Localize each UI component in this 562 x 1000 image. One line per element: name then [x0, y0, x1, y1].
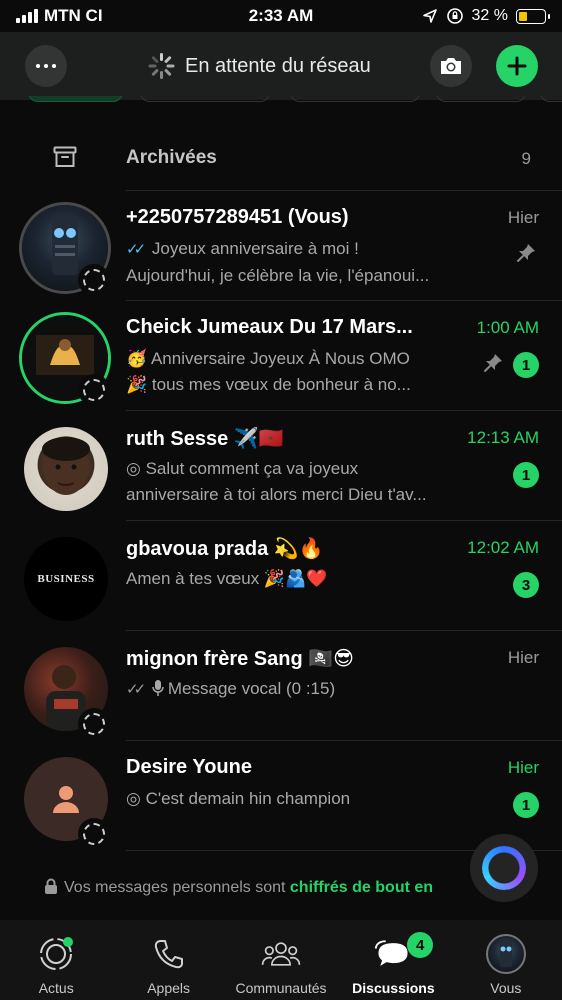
read-ticks-icon: ✓✓: [126, 241, 146, 258]
preview-line-2: Aujourd'hui, je célèbre la vie, l'épanou…: [126, 266, 430, 285]
preview-line-1: Anniversaire Joyeux À Nous OMO: [150, 349, 410, 368]
pin-icon: [484, 354, 502, 372]
status-reply-icon: ◎: [126, 459, 141, 478]
phone-icon: [154, 940, 183, 969]
filter-chips-strip: [0, 96, 562, 104]
unread-badge: 1: [513, 352, 539, 378]
battery-icon: [516, 8, 550, 24]
tab-label: Vous: [490, 980, 522, 996]
loading-spinner-icon: [147, 52, 175, 80]
chat-row[interactable]: BUSINESS gbavoua prada 💫🔥 12:02 AM Amen …: [0, 520, 562, 630]
chat-name: Desire Youne: [126, 756, 252, 778]
chat-row[interactable]: ruth Sesse ✈️🇲🇦 12:13 AM ◎ Salut comment…: [0, 410, 562, 520]
preview-line-1: Message vocal (0 :15): [167, 679, 336, 698]
lock-icon: [45, 878, 57, 894]
chat-name: gbavoua prada 💫🔥: [126, 538, 324, 560]
chat-time: 12:02 AM: [467, 538, 539, 557]
tab-label: Communautés: [235, 980, 327, 996]
status-reply-icon: ◎: [126, 789, 141, 808]
unread-badge: 3: [513, 572, 539, 598]
status-bar: MTN CI 2:33 AM 32 %: [0, 0, 562, 32]
profile-avatar: [485, 934, 526, 974]
rotation-lock-icon: [446, 8, 463, 24]
tab-label: Actus: [38, 980, 74, 996]
preview-line-1: C'est demain hin champion: [145, 789, 351, 808]
chat-preview: ✓✓ Joyeux anniversaire à moi ! Aujourd'h…: [126, 236, 496, 289]
location-icon: [422, 9, 437, 23]
delivered-ticks-icon: ✓✓: [126, 681, 146, 698]
status-update-icon: [78, 264, 110, 296]
tab-discussions[interactable]: 4 Discussions: [337, 920, 449, 1000]
chat-preview: ◎ C'est demain hin champion: [126, 786, 496, 812]
default-avatar-icon: [53, 786, 79, 813]
chat-name: ruth Sesse ✈️🇲🇦: [126, 428, 284, 450]
preview-line-1: Salut comment ça va joyeux: [145, 459, 359, 478]
archived-label: Archivées: [126, 147, 217, 168]
tab-label: Appels: [147, 980, 191, 996]
meta-ai-button[interactable]: [470, 834, 538, 902]
chat-name: Cheick Jumeaux Du 17 Mars...: [126, 316, 413, 338]
avatar-text: BUSINESS: [37, 573, 95, 585]
unread-chats-badge: 4: [407, 932, 434, 958]
signal-icon: [16, 9, 38, 23]
chat-name: mignon frère Sang 🏴‍☠️😎: [126, 648, 354, 670]
chat-time: 12:13 AM: [467, 428, 539, 447]
preview-line-1: Joyeux anniversaire à moi !: [151, 239, 359, 258]
communities-icon: [261, 942, 301, 966]
more-options-button[interactable]: [25, 45, 67, 87]
chat-row[interactable]: Desire Youne Hier ◎ C'est demain hin cha…: [0, 740, 562, 850]
archived-count: 9: [521, 149, 531, 168]
chat-row[interactable]: +2250757289451 (Vous) Hier ✓✓ Joyeux ann…: [0, 190, 562, 300]
status-update-icon: [78, 708, 110, 740]
status-update-icon: [78, 818, 110, 850]
status-update-icon: [78, 374, 110, 406]
battery-percent: 32 %: [471, 7, 508, 24]
microphone-icon: [152, 680, 164, 696]
chat-preview: 🥳 Anniversaire Joyeux À Nous OMO 🎉 tous …: [126, 346, 471, 398]
tab-bar: Actus Appels Communautés 4 Discussions V…: [0, 920, 562, 1000]
avatar[interactable]: [24, 427, 108, 511]
chat-time: Hier: [507, 648, 539, 667]
preview-emoji: 🥳: [126, 349, 148, 368]
chats-header: En attente du réseau: [0, 32, 562, 100]
updates-icon: [40, 937, 74, 970]
clock: 2:33 AM: [248, 6, 314, 25]
unread-badge: 1: [513, 462, 539, 488]
camera-button[interactable]: [430, 45, 472, 87]
pin-icon: [517, 244, 535, 262]
plus-icon: [507, 56, 527, 76]
tab-appels[interactable]: Appels: [112, 920, 224, 1000]
tab-label: Discussions: [352, 980, 435, 996]
chat-preview: ◎ Salut comment ça va joyeux anniversair…: [126, 456, 496, 508]
chat-time: Hier: [507, 208, 539, 227]
chat-preview: Amen à tes vœux 🎉🫂❤️: [126, 566, 496, 592]
unread-badge: 1: [513, 792, 539, 818]
archived-row[interactable]: Archivées 9: [0, 130, 562, 188]
more-horizontal-icon: [36, 64, 40, 68]
tab-vous[interactable]: Vous: [450, 920, 562, 1000]
chat-row[interactable]: mignon frère Sang 🏴‍☠️😎 Hier ✓✓ Message …: [0, 630, 562, 740]
encryption-text: Vos messages personnels sont: [64, 879, 290, 896]
network-status: En attente du réseau: [147, 52, 371, 80]
chat-time: 1:00 AM: [476, 318, 539, 337]
network-status-label: En attente du réseau: [185, 54, 371, 77]
tab-actus[interactable]: Actus: [0, 920, 112, 1000]
archive-icon: [53, 146, 77, 167]
chat-name: +2250757289451 (Vous): [126, 206, 349, 228]
preview-line-2: tous mes vœux de bonheur à no...: [151, 375, 411, 394]
chat-preview: ✓✓ Message vocal (0 :15): [126, 676, 496, 703]
preview-line-1: Amen à tes vœux 🎉🫂❤️: [126, 569, 328, 588]
tab-communautes[interactable]: Communautés: [225, 920, 337, 1000]
meta-ai-icon: [482, 846, 526, 890]
camera-icon: [441, 58, 461, 74]
chat-time: Hier: [507, 758, 539, 777]
carrier-label: MTN CI: [44, 6, 103, 25]
preview-line-2: anniversaire à toi alors merci Dieu t'av…: [126, 485, 427, 504]
chat-row[interactable]: Cheick Jumeaux Du 17 Mars... 1:00 AM 🥳 A…: [0, 300, 562, 410]
avatar[interactable]: BUSINESS: [24, 537, 108, 621]
encryption-notice[interactable]: Vos messages personnels sont chiffrés de…: [44, 878, 484, 897]
encryption-link[interactable]: chiffrés de bout en: [290, 879, 433, 896]
new-chat-button[interactable]: [496, 45, 538, 87]
preview-emoji: 🎉: [126, 375, 148, 394]
